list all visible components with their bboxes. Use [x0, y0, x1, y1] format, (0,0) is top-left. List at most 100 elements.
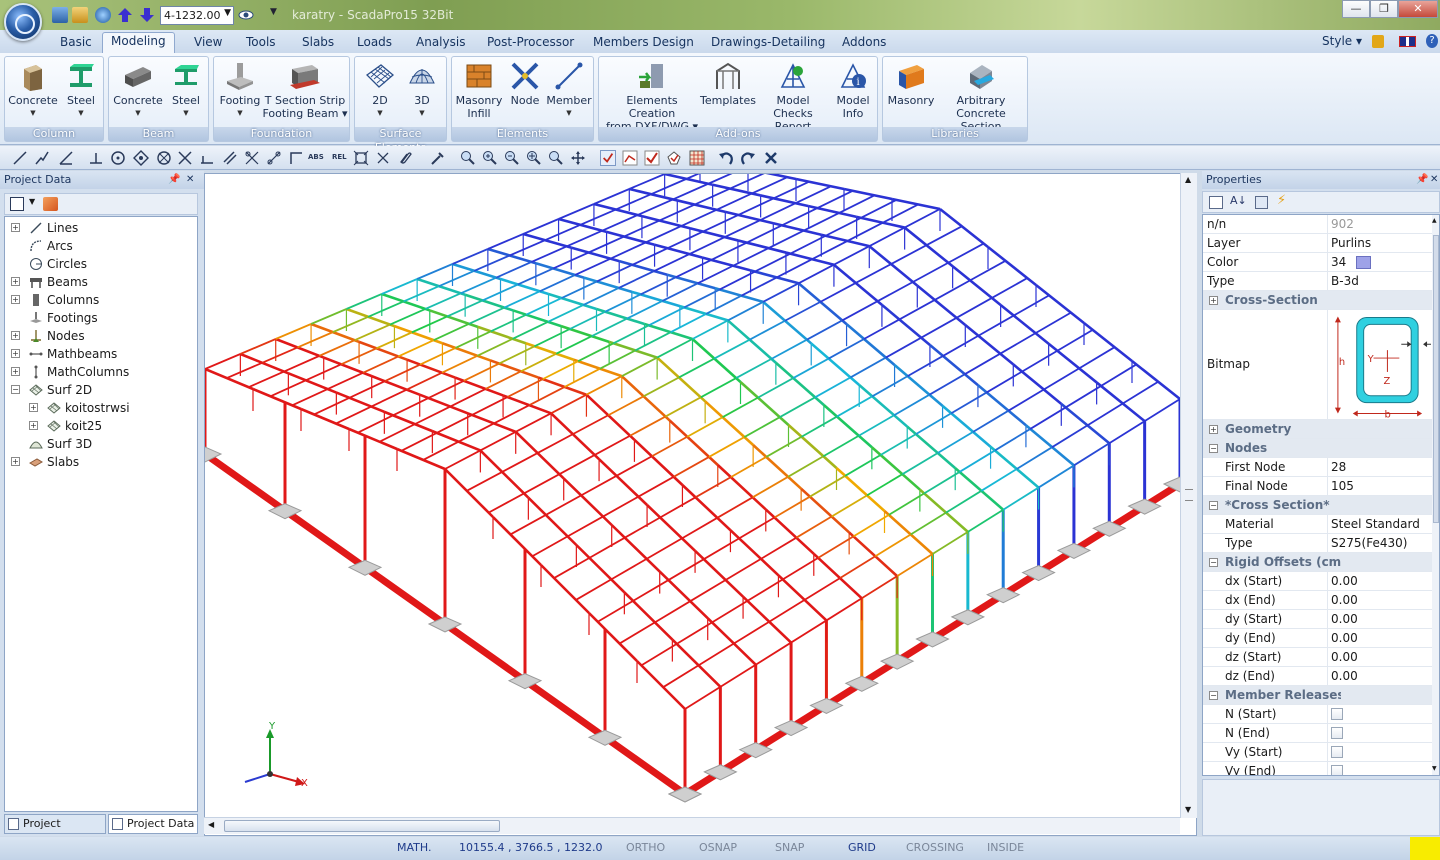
- member-button[interactable]: Member ▼: [546, 59, 592, 120]
- model-checks-report-button[interactable]: Model Checks Report: [755, 59, 831, 133]
- n-start-checkbox[interactable]: [1331, 708, 1343, 720]
- purlin-member[interactable]: [512, 321, 549, 340]
- purlin-member[interactable]: [673, 456, 710, 478]
- purlin-member[interactable]: [844, 454, 882, 477]
- zoom-extents-icon[interactable]: [526, 150, 542, 166]
- purlin-member[interactable]: [534, 328, 571, 348]
- purlin-member[interactable]: [964, 352, 1001, 375]
- rafter-member[interactable]: [593, 202, 643, 218]
- prop-row-dy-start[interactable]: dy (Start) 0.00: [1203, 610, 1432, 629]
- prop-row-material[interactable]: Material Steel Standard: [1203, 515, 1432, 534]
- purlin-member[interactable]: [1086, 402, 1124, 427]
- purlin-member[interactable]: [452, 248, 489, 265]
- scroll-thumb[interactable]: [1433, 235, 1439, 523]
- purlin-member[interactable]: [1073, 442, 1110, 467]
- purlin-member[interactable]: [698, 642, 735, 667]
- purlin-member[interactable]: [488, 492, 525, 514]
- prop-value[interactable]: 0.00: [1327, 591, 1431, 610]
- purlin-member[interactable]: [915, 412, 952, 435]
- rafter-member[interactable]: [691, 338, 742, 383]
- purlin-member[interactable]: [589, 536, 626, 559]
- purlin-member[interactable]: [493, 404, 530, 425]
- angled-line-tool-icon[interactable]: [58, 150, 74, 166]
- vy-start-checkbox[interactable]: [1331, 746, 1343, 758]
- purlin-member[interactable]: [773, 180, 810, 200]
- purlin-member[interactable]: [689, 236, 726, 255]
- prop-category-cross-section[interactable]: + Cross-Section: [1203, 291, 1432, 310]
- surface-2d-button[interactable]: 2D ▼: [359, 59, 401, 120]
- purlin-member[interactable]: [419, 347, 456, 366]
- purlin-member[interactable]: [1021, 349, 1058, 373]
- rafter-member[interactable]: [750, 269, 799, 285]
- purlin-member[interactable]: [871, 375, 909, 398]
- purlin-member[interactable]: [667, 558, 705, 581]
- purlin-member[interactable]: [910, 511, 947, 536]
- purlin-member[interactable]: [672, 182, 709, 201]
- purlin-member[interactable]: [836, 395, 873, 418]
- purlin-member[interactable]: [593, 188, 630, 205]
- collapse-icon[interactable]: −: [1209, 558, 1218, 567]
- tab-slabs[interactable]: Slabs: [294, 34, 342, 53]
- purlin-member[interactable]: [700, 377, 737, 399]
- purlin-member[interactable]: [283, 355, 320, 373]
- purlin-member[interactable]: [689, 579, 727, 602]
- purlin-member[interactable]: [629, 415, 666, 437]
- tab-project-data[interactable]: Project Data: [108, 814, 198, 834]
- diamond-snap-icon[interactable]: [133, 150, 149, 166]
- rafter-member[interactable]: [797, 282, 848, 326]
- purlin-member[interactable]: [539, 274, 576, 293]
- sort-alpha-icon[interactable]: A↓: [1230, 194, 1247, 207]
- purlin-member[interactable]: [654, 600, 691, 624]
- purlin-member[interactable]: [624, 516, 661, 539]
- purlin-member[interactable]: [569, 310, 606, 330]
- purlin-member[interactable]: [765, 435, 803, 458]
- refresh-icon[interactable]: [43, 197, 58, 211]
- purlin-member[interactable]: [607, 395, 645, 417]
- status-crossing[interactable]: CROSSING: [906, 841, 964, 854]
- purlin-member[interactable]: [1078, 346, 1116, 370]
- purlin-member[interactable]: [522, 218, 559, 235]
- purlin-member[interactable]: [737, 197, 775, 216]
- purlin-member[interactable]: [327, 371, 364, 390]
- purlin-member[interactable]: [999, 332, 1037, 355]
- prop-category-cross-section-material[interactable]: − *Cross Section*: [1203, 496, 1432, 515]
- purlin-member[interactable]: [362, 355, 399, 374]
- purlin-member[interactable]: [972, 409, 1009, 433]
- purlin-member[interactable]: [695, 476, 732, 499]
- purlin-member[interactable]: [738, 516, 775, 540]
- purlin-member[interactable]: [400, 432, 438, 452]
- purlin-member[interactable]: [416, 263, 453, 280]
- purlin-member[interactable]: [942, 334, 979, 357]
- purlin-member[interactable]: [240, 338, 277, 355]
- purlin-member[interactable]: [819, 282, 857, 303]
- purlin-member[interactable]: [310, 308, 347, 325]
- tab-loads[interactable]: Loads: [349, 34, 400, 53]
- purlin-member[interactable]: [711, 600, 748, 624]
- customize-qat-icon[interactable]: ▼: [270, 7, 286, 23]
- purlin-member[interactable]: [367, 300, 404, 318]
- tree-view-icon[interactable]: [10, 197, 24, 211]
- purlin-member[interactable]: [226, 361, 263, 379]
- tab-post-processor[interactable]: Post-Processor: [479, 34, 582, 53]
- categorized-icon[interactable]: [1209, 196, 1223, 209]
- graph-check-icon[interactable]: [622, 150, 638, 166]
- table-grid-icon[interactable]: [689, 150, 705, 166]
- purlin-member[interactable]: [1038, 464, 1075, 489]
- rafter-member[interactable]: [706, 617, 757, 666]
- purlin-member[interactable]: [929, 373, 966, 396]
- purlin-member[interactable]: [422, 440, 459, 461]
- purlin-member[interactable]: [631, 247, 669, 266]
- purlin-member[interactable]: [784, 301, 821, 322]
- purlin-member[interactable]: [896, 553, 933, 577]
- prop-row-dx-start[interactable]: dx (Start) 0.00: [1203, 572, 1432, 591]
- purlin-member[interactable]: [594, 434, 631, 456]
- purlin-member[interactable]: [504, 290, 541, 309]
- tab-modeling[interactable]: Modeling: [102, 32, 175, 53]
- purlin-member[interactable]: [703, 537, 740, 560]
- purlin-member[interactable]: [567, 515, 604, 538]
- purlin-member[interactable]: [428, 380, 465, 399]
- purlin-member[interactable]: [495, 261, 532, 279]
- rel-coords-button[interactable]: REL: [332, 153, 347, 161]
- scroll-up-icon[interactable]: ▲: [1185, 175, 1191, 184]
- purlin-member[interactable]: [675, 259, 712, 278]
